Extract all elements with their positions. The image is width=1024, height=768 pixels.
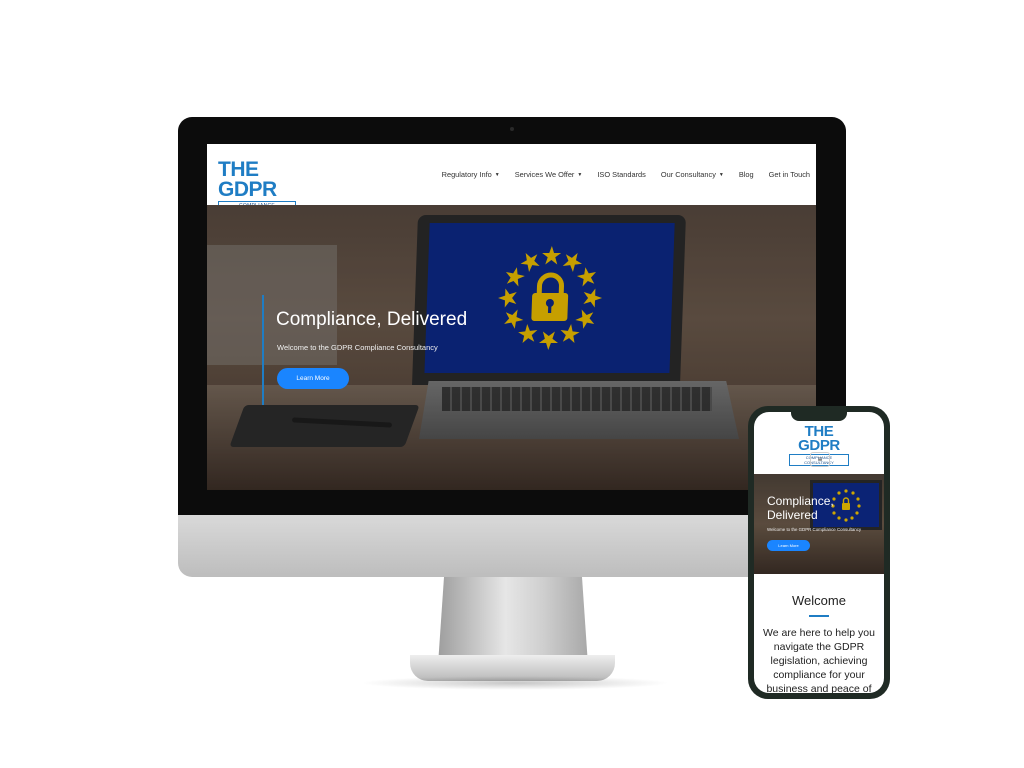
nav-our-consultancy[interactable]: Our Consultancy ▼ [661, 170, 724, 179]
nav-label: ISO Standards [597, 170, 646, 179]
welcome-text: We are here to help you navigate the GDP… [763, 627, 875, 693]
nav-blog[interactable]: Blog [739, 170, 754, 179]
camera-icon [510, 127, 514, 131]
imac-shadow [360, 676, 670, 690]
nav-label: Our Consultancy [660, 170, 716, 179]
mobile-hero-title: Compliance, Delivered [767, 494, 834, 522]
logo-main-text: THE GDPR [218, 158, 277, 201]
nav-services-we-offer[interactable]: Services We Offer ▼ [515, 170, 583, 179]
hero-overlay [754, 474, 884, 574]
hero-title: Compliance, Delivered [276, 309, 468, 330]
desktop-website: THE GDPR COMPLIANCE CONSULTANCY Regulato… [207, 144, 816, 490]
phone-frame: THE GDPR COMPLIANCE CONSULTANCY ≡ Compli… [748, 406, 890, 699]
hamburger-menu-button[interactable]: ≡ [810, 452, 830, 467]
caret-down-icon: ▼ [718, 171, 724, 178]
hero-section: Compliance, Delivered Welcome to the GDP… [207, 205, 816, 490]
imac-chin [178, 515, 846, 577]
imac-stand [438, 577, 588, 665]
caret-down-icon: ▼ [494, 171, 500, 178]
main-nav: Regulatory Info ▼ Services We Offer ▼ IS… [442, 170, 810, 179]
hero-subtitle: Welcome to the GDPR Compliance Consultan… [277, 343, 438, 352]
nav-label: Regulatory Info [441, 170, 492, 179]
mobile-hero-subtitle: Welcome to the GDPR Compliance Consultan… [767, 527, 862, 532]
welcome-divider [809, 615, 829, 617]
nav-label: Services We Offer [514, 170, 575, 179]
nav-regulatory-info[interactable]: Regulatory Info ▼ [442, 170, 500, 179]
mobile-learn-more-button[interactable]: Learn More [767, 540, 810, 551]
mobile-website: THE GDPR COMPLIANCE CONSULTANCY ≡ Compli… [754, 412, 884, 693]
nav-get-in-touch[interactable]: Get in Touch [769, 170, 810, 179]
nav-label: Get in Touch [768, 170, 810, 179]
phone-notch [791, 412, 847, 421]
hero-accent-line [262, 295, 264, 405]
caret-down-icon: ▼ [577, 171, 583, 178]
nav-iso-standards[interactable]: ISO Standards [597, 170, 645, 179]
nav-label: Blog [738, 170, 754, 179]
hamburger-icon: ≡ [817, 455, 823, 464]
learn-more-button[interactable]: Learn More [277, 368, 349, 389]
mobile-hero-section: Compliance, Delivered Welcome to the GDP… [754, 474, 884, 574]
site-header: THE GDPR COMPLIANCE CONSULTANCY Regulato… [207, 144, 816, 217]
logo-main-text: THE GDPR [798, 423, 840, 454]
welcome-heading: Welcome [792, 593, 846, 608]
